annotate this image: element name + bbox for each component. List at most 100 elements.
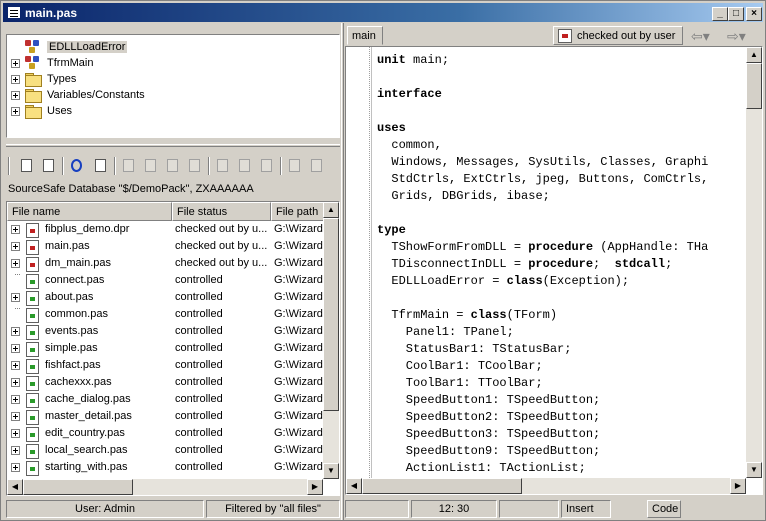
column-header-file-status[interactable]: File status <box>172 202 271 221</box>
table-row[interactable]: fibplus_demo.dpr checked out by u... G:\Wi… <box>7 221 325 238</box>
expand-icon[interactable] <box>11 58 20 68</box>
expand-icon[interactable] <box>11 74 20 84</box>
expand-icon[interactable] <box>11 259 20 268</box>
expand-icon[interactable] <box>11 429 20 438</box>
table-row[interactable]: starting_with.pas controlled G:\Wizard <box>7 459 325 476</box>
checkin-icon[interactable] <box>142 157 160 175</box>
tree-item-edllloaderror[interactable]: EDLLLoadError <box>11 39 128 55</box>
minimize-button[interactable]: _ <box>712 7 728 21</box>
tree-item-tfrmmain[interactable]: TfrmMain <box>11 55 93 71</box>
editor-scroll-thumb[interactable] <box>746 63 762 109</box>
table-row[interactable]: connect.pas controlled G:\Wizard <box>7 272 325 289</box>
vertical-scrollbar[interactable]: ▲ ▼ <box>323 202 339 479</box>
refresh-icon[interactable] <box>68 157 86 175</box>
expand-icon[interactable] <box>11 395 20 404</box>
structure-tree[interactable]: EDLLLoadError TfrmMain Types Variables/C… <box>6 34 340 138</box>
title-bar[interactable]: main.pas _ □ × <box>3 3 763 22</box>
folder-icon <box>25 105 42 119</box>
file-icon <box>26 393 39 408</box>
get-latest-icon[interactable] <box>186 157 204 175</box>
close-button[interactable]: × <box>746 7 762 21</box>
expand-icon[interactable] <box>11 446 20 455</box>
horizontal-scrollbar[interactable]: ◀ ▶ <box>7 479 323 495</box>
table-row[interactable]: cachexxx.pas controlled G:\Wizard <box>7 374 325 391</box>
table-row[interactable]: simple.pas controlled G:\Wizard <box>7 340 325 357</box>
tree-item-types[interactable]: Types <box>11 71 76 87</box>
scroll-right-button[interactable]: ▶ <box>307 479 323 495</box>
checkout-icon[interactable] <box>120 157 138 175</box>
table-row[interactable]: common.pas controlled G:\Wizard <box>7 306 325 323</box>
branch-icon[interactable] <box>308 157 326 175</box>
scroll-thumb[interactable] <box>323 218 339 411</box>
table-row[interactable]: dm_main.pas checked out by u... G:\Wizard <box>7 255 325 272</box>
editor-scroll-up-button[interactable]: ▲ <box>746 47 762 63</box>
scroll-down-button[interactable]: ▼ <box>323 463 339 479</box>
vertical-splitter[interactable] <box>341 23 344 520</box>
editor-hscroll-thumb[interactable] <box>362 478 522 494</box>
back-arrow-icon[interactable]: ⇦▾ <box>691 28 710 45</box>
file-icon <box>26 308 39 323</box>
file-status-cell: controlled <box>175 274 223 286</box>
horizontal-splitter[interactable] <box>6 144 340 147</box>
expand-icon[interactable] <box>11 361 20 370</box>
expand-icon[interactable] <box>11 242 20 251</box>
tree-item-label: Uses <box>47 105 73 117</box>
filter-icon[interactable] <box>92 157 110 175</box>
code-text[interactable]: unit main; interface uses common, Windows,… <box>377 52 708 477</box>
file-icon <box>26 410 39 425</box>
editor-horizontal-scrollbar[interactable]: ◀ ▶ <box>346 478 746 494</box>
label-icon[interactable] <box>258 157 276 175</box>
table-row[interactable]: events.pas controlled G:\Wizard <box>7 323 325 340</box>
table-row[interactable]: local_search.pas controlled G:\Wizard <box>7 442 325 459</box>
undo-checkout-icon[interactable] <box>164 157 182 175</box>
expand-icon[interactable] <box>11 225 20 234</box>
tree-item-uses[interactable]: Uses <box>11 103 72 119</box>
toolbar-grip[interactable] <box>8 157 10 175</box>
share-icon[interactable] <box>286 157 304 175</box>
forward-arrow-icon[interactable]: ⇨▾ <box>727 28 746 45</box>
table-row[interactable]: cache_dialog.pas controlled G:\Wizard <box>7 391 325 408</box>
column-header-file-path[interactable]: File path <box>271 202 325 221</box>
code-editor[interactable]: unit main; interface uses common, Windows,… <box>345 46 763 495</box>
maximize-button[interactable]: □ <box>728 7 744 21</box>
expand-icon[interactable] <box>11 378 20 387</box>
table-row[interactable]: about.pas controlled G:\Wizard <box>7 289 325 306</box>
code-line: SpeedButton9: TSpeedButton; <box>377 444 601 458</box>
file-path-cell: G:\Wizard <box>274 223 323 235</box>
file-name-cell: starting_with.pas <box>45 461 128 473</box>
table-row[interactable]: master_detail.pas controlled G:\Wizard <box>7 408 325 425</box>
editor-vertical-scrollbar[interactable]: ▲ ▼ <box>746 47 762 478</box>
properties-icon[interactable] <box>40 157 58 175</box>
code-line: SpeedButton2: TSpeedButton; <box>377 410 601 424</box>
hscroll-thumb[interactable] <box>23 479 133 495</box>
file-status-cell: checked out by u... <box>175 223 268 235</box>
column-header-file-name[interactable]: File name <box>7 202 172 221</box>
file-name-cell: fishfact.pas <box>45 359 101 371</box>
expand-icon[interactable] <box>11 463 20 472</box>
scroll-up-button[interactable]: ▲ <box>323 202 339 218</box>
editor-scroll-down-button[interactable]: ▼ <box>746 462 762 478</box>
file-path-cell: G:\Wizard <box>274 410 323 422</box>
file-path-cell: G:\Wizard <box>274 274 323 286</box>
history-icon[interactable] <box>214 157 232 175</box>
editor-scroll-left-button[interactable]: ◀ <box>346 478 362 494</box>
table-row[interactable]: fishfact.pas controlled G:\Wizard <box>7 357 325 374</box>
table-row[interactable]: edit_country.pas controlled G:\Wizard <box>7 425 325 442</box>
expand-icon[interactable] <box>11 412 20 421</box>
tab-code[interactable]: Code <box>647 500 681 518</box>
file-name-cell: local_search.pas <box>45 444 128 456</box>
diff-icon[interactable] <box>236 157 254 175</box>
table-row[interactable]: main.pas checked out by u... G:\Wizard <box>7 238 325 255</box>
editor-scroll-right-button[interactable]: ▶ <box>730 478 746 494</box>
tree-item-variables-constants[interactable]: Variables/Constants <box>11 87 145 103</box>
tab-main[interactable]: main <box>347 26 383 45</box>
expand-icon[interactable] <box>11 344 20 353</box>
file-list[interactable]: File name File status File path fibplus_… <box>6 201 340 496</box>
add-file-icon[interactable] <box>18 157 36 175</box>
expand-icon[interactable] <box>11 327 20 336</box>
expand-icon[interactable] <box>11 90 20 100</box>
expand-icon[interactable] <box>11 106 20 116</box>
expand-icon[interactable] <box>11 293 20 302</box>
file-status-cell: controlled <box>175 427 223 439</box>
scroll-left-button[interactable]: ◀ <box>7 479 23 495</box>
